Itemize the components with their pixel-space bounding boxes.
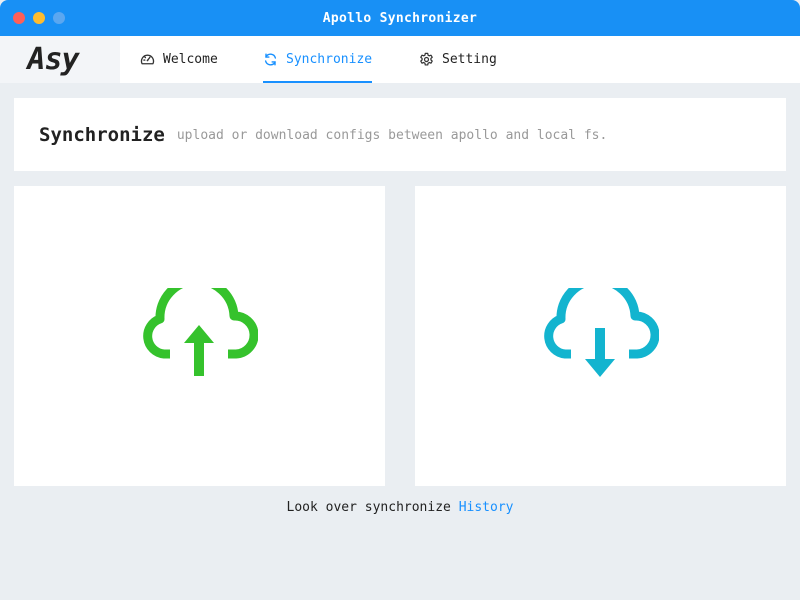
tab-synchronize[interactable]: Synchronize [263,36,373,83]
upload-card[interactable] [14,186,385,486]
tab-label: Synchronize [286,52,373,67]
title-bar: Apollo Synchronizer [0,0,800,36]
sync-icon [263,52,278,67]
top-nav: Asy Welcome Synchronize Setting [0,36,800,83]
maximize-window-button[interactable] [53,12,65,24]
cloud-upload-icon [142,275,259,384]
footer-text: Look over synchronize [286,500,451,515]
minimize-window-button[interactable] [33,12,45,24]
history-link[interactable]: History [459,500,514,515]
download-card[interactable] [415,186,786,486]
gear-icon [419,52,434,67]
page-header: Synchronize upload or download configs b… [14,98,786,171]
tab-label: Setting [442,52,497,67]
history-footer: Look over synchronize History [0,500,800,515]
page-subtitle: upload or download configs between apoll… [176,128,608,143]
close-window-button[interactable] [13,12,25,24]
app-window: Apollo Synchronizer Asy Welcome Synchron… [0,0,800,600]
page-title: Synchronize [39,123,165,146]
logo-text: Asy [27,42,79,77]
cloud-download-icon [543,275,660,384]
window-controls [13,12,65,24]
window-title: Apollo Synchronizer [322,10,478,26]
tab-setting[interactable]: Setting [419,36,497,83]
tab-welcome[interactable]: Welcome [140,36,218,83]
tab-label: Welcome [163,52,218,67]
logo: Asy [0,36,120,83]
dashboard-gauge-icon [140,52,155,67]
